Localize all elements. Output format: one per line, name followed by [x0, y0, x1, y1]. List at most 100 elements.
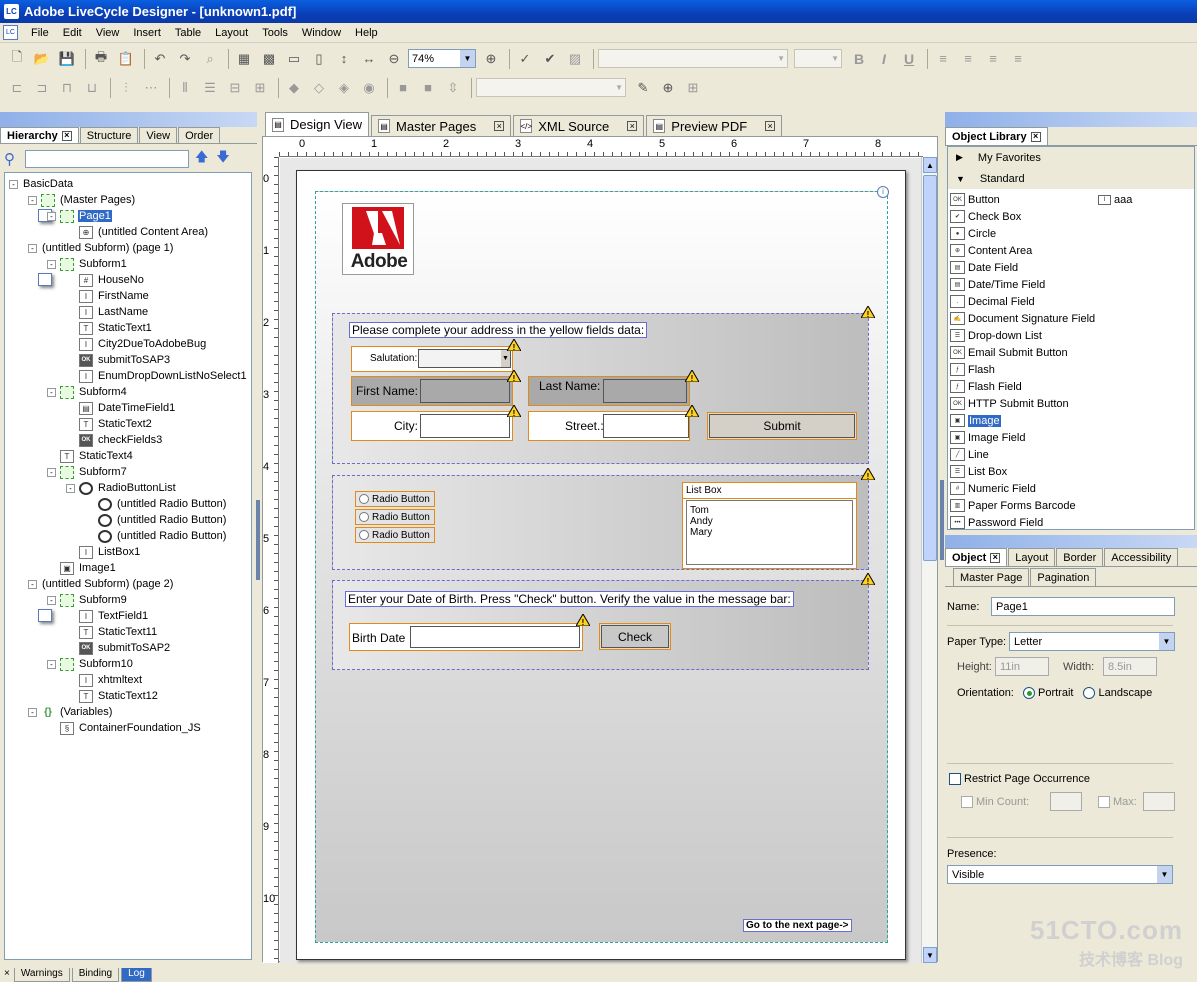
tree-node[interactable]: - BasicData: [5, 176, 251, 222]
warning-icon[interactable]: !: [684, 369, 700, 383]
tree-node[interactable]: - (untitled Subform) (page 1): [5, 240, 251, 286]
category-standard[interactable]: ▼ Standard: [948, 168, 1194, 189]
align-vertical-center-icon[interactable]: ⫶: [115, 77, 137, 99]
menu-tools[interactable]: Tools: [255, 27, 295, 39]
subform-radio-list[interactable]: Radio Button Radio Button Radio Button L…: [332, 467, 876, 570]
collapse-icon[interactable]: -: [9, 179, 18, 189]
redo-icon[interactable]: ↷: [174, 48, 196, 70]
tree-node[interactable]: - Page1: [5, 208, 251, 224]
object-item[interactable]: ••• Password Field: [950, 514, 1043, 529]
zoom-in-icon[interactable]: ⊕: [480, 48, 502, 70]
tree-node[interactable]: Ixhtmltext: [5, 672, 251, 688]
collapse-icon[interactable]: -: [47, 595, 56, 605]
menu-help[interactable]: Help: [348, 27, 385, 39]
object-item[interactable]: # Numeric Field: [950, 480, 1036, 497]
align-right-edge-icon[interactable]: ⊐: [31, 77, 53, 99]
insert-subform-icon[interactable]: ⊞: [682, 77, 704, 99]
object-item[interactable]: OK HTTP Submit Button: [950, 395, 1069, 412]
tree-node[interactable]: I FirstName: [5, 288, 251, 304]
object-item[interactable]: ╱ Line: [950, 446, 989, 463]
birth-date-field[interactable]: Birth Date: [349, 623, 583, 651]
spell-check-icon[interactable]: ✔: [539, 48, 561, 70]
menu-insert[interactable]: Insert: [126, 27, 168, 39]
tree-node[interactable]: (untitled Radio Button): [5, 512, 251, 528]
content-area[interactable]: i Adobe Please complete your address in …: [315, 186, 889, 943]
tree-node[interactable]: I ListBox1: [5, 544, 251, 560]
tree-node[interactable]: - Subform7: [5, 464, 251, 480]
height-input[interactable]: 11in: [995, 657, 1049, 676]
merge-icon[interactable]: ◈: [333, 77, 355, 99]
category-my-favorites[interactable]: ▶ My Favorites: [948, 147, 1194, 168]
object-item[interactable]: ✍ Document Signature Field: [950, 310, 1095, 327]
fit-height-icon[interactable]: ↕: [333, 48, 355, 70]
object-item[interactable]: ▤ Date Field: [950, 259, 1018, 276]
landscape-radio[interactable]: [1083, 687, 1096, 699]
collapse-arrow-icon[interactable]: ▼: [956, 174, 965, 184]
tab-binding[interactable]: Binding: [71, 968, 120, 982]
radio-button-2[interactable]: Radio Button: [355, 509, 435, 525]
collapse-icon[interactable]: -: [47, 259, 56, 269]
close-icon[interactable]: ×: [627, 121, 638, 131]
width-input[interactable]: 8.5in: [1103, 657, 1157, 676]
radio-circle[interactable]: [359, 494, 369, 504]
radio-circle[interactable]: [359, 512, 369, 522]
object-item[interactable]: OK Button: [950, 191, 1000, 208]
object-item[interactable]: OK Email Submit Button: [950, 344, 1068, 361]
right-panel-splitter[interactable]: [940, 480, 944, 560]
portrait-radio[interactable]: [1023, 687, 1035, 699]
tree-node[interactable]: - (untitled Subform) (page 2): [5, 576, 251, 622]
collapse-icon[interactable]: -: [28, 579, 37, 589]
chevron-down-icon[interactable]: ▼: [501, 350, 510, 367]
tree-node[interactable]: -{} (Variables): [5, 704, 251, 720]
next-page-link[interactable]: Go to the next page->: [743, 919, 852, 932]
arrow-down-icon[interactable]: 🡇: [216, 148, 229, 170]
last-name-field[interactable]: Last Name:: [528, 376, 690, 406]
tree-node[interactable]: OK checkFields3: [5, 432, 251, 448]
close-icon[interactable]: ×: [61, 130, 72, 141]
object-item[interactable]: ▥ Paper Forms Barcode: [950, 497, 1076, 514]
make-same-height-icon[interactable]: ■: [417, 77, 439, 99]
font-size-combo[interactable]: ▼: [794, 49, 842, 68]
subtab-pagination[interactable]: Pagination: [1030, 568, 1097, 586]
font-name-combo[interactable]: ▼: [598, 49, 788, 68]
street-field[interactable]: Street.:: [528, 411, 690, 441]
align-left-icon[interactable]: ≡: [932, 48, 954, 70]
warning-icon[interactable]: !: [860, 305, 876, 319]
style-combo[interactable]: ▼: [476, 78, 626, 97]
collapse-icon[interactable]: -: [47, 387, 56, 397]
insert-field-icon[interactable]: ✎: [632, 77, 654, 99]
tab-master-pages[interactable]: ▤ Master Pages ×: [371, 115, 512, 136]
birth-date-input[interactable]: [410, 626, 580, 648]
object-item[interactable]: ▣ Image Field: [950, 429, 1025, 446]
tab-layout[interactable]: Layout: [1008, 548, 1056, 566]
tree-node[interactable]: (untitled Radio Button): [5, 528, 251, 544]
city-field[interactable]: City:: [351, 411, 513, 441]
make-same-size-icon[interactable]: ⇳: [442, 77, 464, 99]
object-item[interactable]: ƒ Flash Field: [950, 378, 1022, 395]
bold-icon[interactable]: B: [848, 51, 870, 67]
menu-window[interactable]: Window: [295, 27, 348, 39]
list-item[interactable]: Mary: [690, 527, 849, 538]
tree-node[interactable]: I TextField1: [5, 608, 251, 624]
list-item[interactable]: Tom: [690, 505, 849, 516]
tree-node[interactable]: # HouseNo: [5, 272, 251, 288]
object-boundaries-icon[interactable]: ▭: [283, 48, 305, 70]
align-right-icon[interactable]: ≡: [982, 48, 1004, 70]
print-icon[interactable]: 🖶: [90, 48, 112, 70]
paper-type-select[interactable]: Letter ▼: [1009, 632, 1175, 651]
snap-grid-icon[interactable]: ▩: [258, 48, 280, 70]
tree-node[interactable]: T StaticText12: [5, 688, 251, 704]
close-icon[interactable]: ×: [0, 968, 14, 979]
add-page-icon[interactable]: ⊕: [657, 77, 679, 99]
underline-icon[interactable]: U: [898, 51, 920, 67]
name-input[interactable]: Page1: [991, 597, 1175, 616]
tree-node[interactable]: I EnumDropDownListNoSelect1: [5, 368, 251, 384]
menu-edit[interactable]: Edit: [56, 27, 89, 39]
tree-node[interactable]: - RadioButtonList: [5, 480, 251, 496]
tree-node[interactable]: - Subform1: [5, 256, 251, 272]
collapse-icon[interactable]: -: [28, 707, 37, 717]
object-item-aaa[interactable]: Iaaa: [1098, 191, 1132, 208]
warning-icon[interactable]: !: [506, 369, 522, 383]
tree-node[interactable]: T StaticText4: [5, 448, 251, 464]
check-button[interactable]: Check: [599, 623, 671, 650]
